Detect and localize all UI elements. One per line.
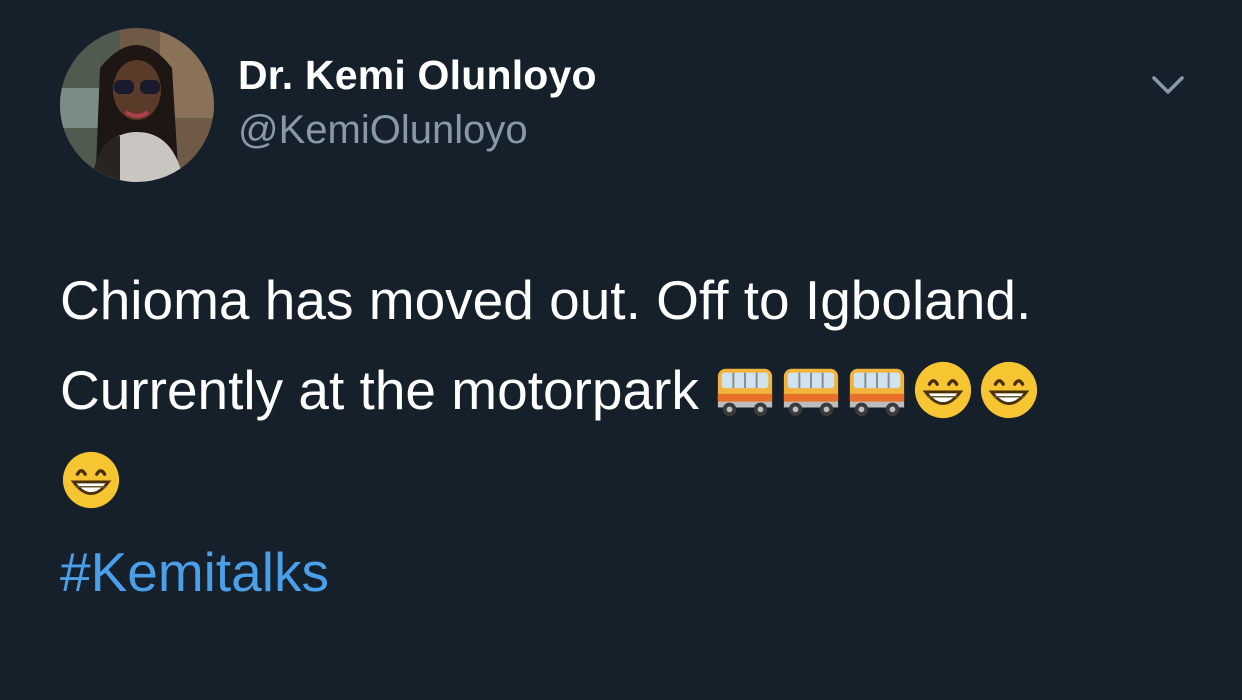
tweet-text-line <box>60 435 1220 525</box>
tweet-text: Chioma has moved out. Off to Igboland. <box>60 269 1032 331</box>
bus-emoji-icon <box>714 359 776 421</box>
chevron-down-icon[interactable] <box>1148 70 1188 100</box>
tweet-text-line: Currently at the motorpark <box>60 345 1220 435</box>
hashtag-link[interactable]: #Kemitalks <box>60 540 329 604</box>
profile-photo-icon <box>60 28 214 182</box>
bus-emoji-icon <box>780 359 842 421</box>
author-display-name[interactable]: Dr. Kemi Olunloyo <box>238 52 597 99</box>
bus-emoji-icon <box>846 359 908 421</box>
tweet-text-line: Chioma has moved out. Off to Igboland. <box>60 255 1220 345</box>
avatar[interactable] <box>60 28 214 182</box>
tweet-body: Chioma has moved out. Off to Igboland. C… <box>60 255 1220 525</box>
grinning-face-emoji-icon <box>60 449 122 511</box>
author-handle[interactable]: @KemiOlunloyo <box>238 108 528 153</box>
grinning-face-emoji-icon <box>978 359 1040 421</box>
grinning-face-emoji-icon <box>912 359 974 421</box>
tweet-text: Currently at the motorpark <box>60 359 699 421</box>
